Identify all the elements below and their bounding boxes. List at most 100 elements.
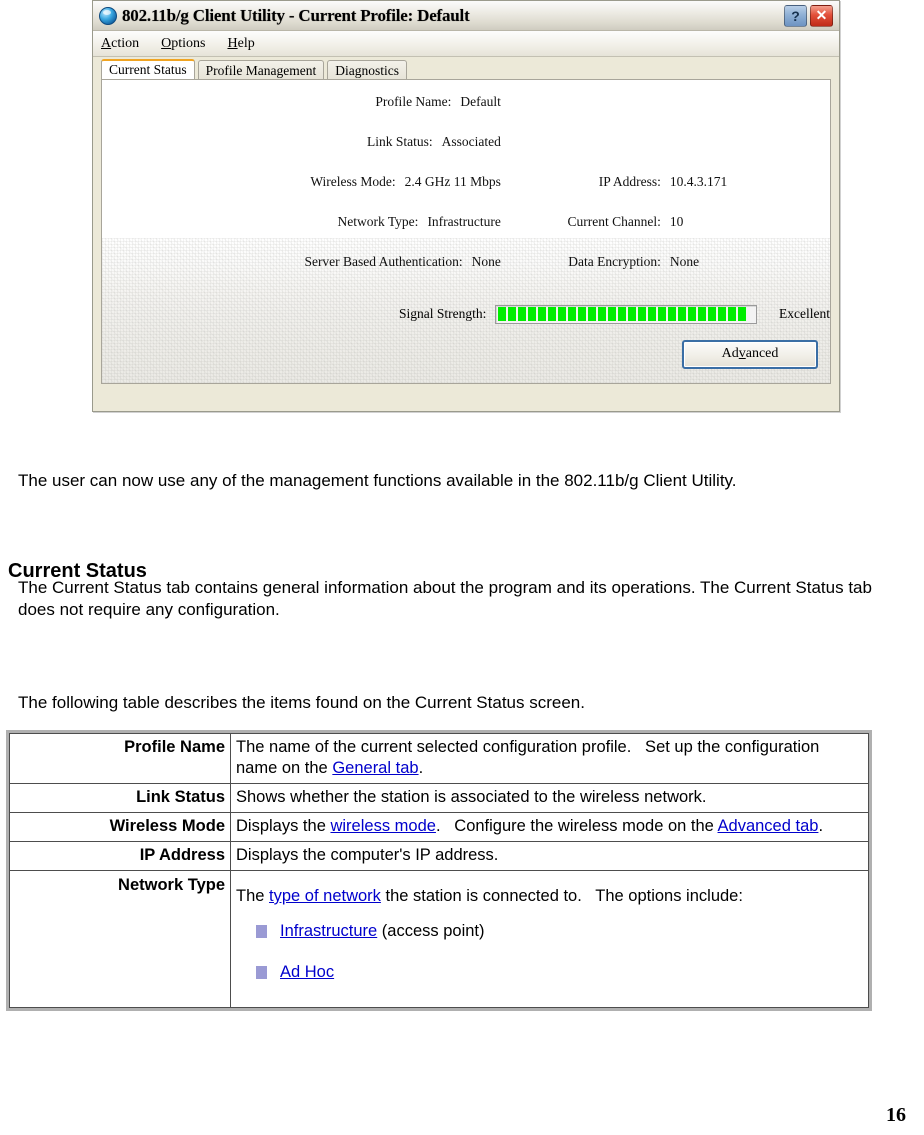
signal-bar xyxy=(688,307,697,321)
signal-bar xyxy=(718,307,727,321)
profile-name-label: Profile Name: xyxy=(375,94,452,109)
advanced-button-label-after: anced xyxy=(745,346,779,361)
signal-bar xyxy=(498,307,507,321)
advanced-button-row: Advanced xyxy=(682,340,818,369)
menu-item-action[interactable]: Action xyxy=(101,36,139,52)
signal-bar xyxy=(598,307,607,321)
titlebar-buttons: ? ✕ xyxy=(784,4,835,27)
signal-bar xyxy=(658,307,667,321)
profile-name-value: Default xyxy=(460,94,501,109)
link-status-label: Link Status: xyxy=(367,134,433,149)
tab-diagnostics[interactable]: Diagnostics xyxy=(327,60,407,80)
current-channel-value: 10 xyxy=(669,214,684,229)
desc-text: Displays the xyxy=(236,817,331,835)
list-item: Infrastructure (access point) xyxy=(256,921,863,942)
status-row-wireless-mode: Wireless Mode: 2.4 GHz 11 Mbps IP Addres… xyxy=(102,174,830,214)
signal-bar xyxy=(538,307,547,321)
window-title: 802.11b/g Client Utility - Current Profi… xyxy=(122,5,470,25)
table-row: IP Address Displays the computer's IP ad… xyxy=(9,841,869,871)
intro-paragraph: The user can now use any of the manageme… xyxy=(18,471,737,490)
option-suffix-infrastructure: (access point) xyxy=(377,922,485,940)
wireless-mode-value: 2.4 GHz 11 Mbps xyxy=(404,174,501,189)
data-encryption-label: Data Encryption: xyxy=(568,254,661,269)
signal-bar xyxy=(548,307,557,321)
row-label-link-status: Link Status xyxy=(9,783,231,813)
network-type-options: Infrastructure (access point) Ad Hoc xyxy=(236,921,863,983)
help-button[interactable]: ? xyxy=(784,4,807,27)
row-label-profile-name: Profile Name xyxy=(9,733,231,784)
row-description-network-type: The type of network the station is conne… xyxy=(230,870,869,1008)
advanced-button[interactable]: Advanced xyxy=(682,340,818,369)
menu-item-action-rest: ction xyxy=(111,35,140,51)
signal-bar xyxy=(738,307,747,321)
row-label-ip-address: IP Address xyxy=(9,841,231,871)
tab-profile-management[interactable]: Profile Management xyxy=(197,60,325,80)
status-row-profile-name: Profile Name: Default xyxy=(102,94,830,134)
desc-text-after: . xyxy=(418,759,424,777)
tab-strip: Current Status Profile Management Diagno… xyxy=(93,57,839,80)
link-infrastructure[interactable]: Infrastructure xyxy=(280,922,377,940)
desc-text-after: the station is connected to. The options… xyxy=(380,887,743,905)
signal-bar xyxy=(568,307,577,321)
signal-bar xyxy=(628,307,637,321)
desc-text-after: . xyxy=(818,817,824,835)
signal-bar xyxy=(528,307,537,321)
menu-item-help-rest: elp xyxy=(237,35,255,51)
signal-strength-meter xyxy=(495,304,758,324)
list-item: Ad Hoc xyxy=(256,962,863,983)
signal-bar xyxy=(518,307,527,321)
row-label-wireless-mode: Wireless Mode xyxy=(9,812,231,842)
table-row: Link Status Shows whether the station is… xyxy=(9,783,869,813)
signal-bar xyxy=(608,307,617,321)
signal-strength-label: Signal Strength: xyxy=(399,306,487,321)
table-intro-paragraph: The following table describes the items … xyxy=(18,693,585,712)
signal-bar xyxy=(648,307,657,321)
status-fields: Profile Name: Default Link Status: Assoc… xyxy=(102,80,830,334)
network-type-label: Network Type: xyxy=(337,214,419,229)
menu-item-options[interactable]: Options xyxy=(161,36,205,52)
link-wireless-mode[interactable]: wireless mode xyxy=(330,817,435,835)
client-utility-window: 802.11b/g Client Utility - Current Profi… xyxy=(92,0,840,412)
ip-address-value: 10.4.3.171 xyxy=(669,174,728,189)
table-row: Profile Name The name of the current sel… xyxy=(9,733,869,784)
link-type-of-network[interactable]: type of network xyxy=(269,887,381,905)
window-titlebar: 802.11b/g Client Utility - Current Profi… xyxy=(93,1,839,31)
row-description-link-status: Shows whether the station is associated … xyxy=(230,783,869,813)
ip-address-label: IP Address: xyxy=(598,174,661,189)
desc-text: The name of the current selected configu… xyxy=(236,738,820,777)
menu-item-help[interactable]: Help xyxy=(227,36,254,52)
link-ad-hoc[interactable]: Ad Hoc xyxy=(280,963,334,981)
current-status-items-table: Profile Name The name of the current sel… xyxy=(6,730,872,1011)
server-based-authentication-label: Server Based Authentication: xyxy=(304,254,463,269)
signal-bar xyxy=(558,307,567,321)
menu-bar: Action Options Help xyxy=(93,31,839,57)
close-button[interactable]: ✕ xyxy=(810,4,833,27)
row-description-ip-address: Displays the computer's IP address. xyxy=(230,841,869,871)
current-channel-label: Current Channel: xyxy=(567,214,661,229)
wireless-mode-label: Wireless Mode: xyxy=(310,174,396,189)
status-row-server-based-auth: Server Based Authentication: None Data E… xyxy=(102,254,830,294)
desc-text-mid: . Configure the wireless mode on the xyxy=(435,817,718,835)
signal-bar xyxy=(678,307,687,321)
signal-bar xyxy=(618,307,627,321)
row-description-profile-name: The name of the current selected configu… xyxy=(230,733,869,784)
tab-current-status[interactable]: Current Status xyxy=(101,59,195,79)
signal-bar xyxy=(698,307,707,321)
data-encryption-value: None xyxy=(669,254,700,269)
globe-icon xyxy=(99,6,117,25)
signal-strength-quality: Excellent xyxy=(779,306,830,321)
status-row-network-type: Network Type: Infrastructure Current Cha… xyxy=(102,214,830,254)
link-general-tab[interactable]: General tab xyxy=(332,759,418,777)
signal-bar xyxy=(728,307,737,321)
table-row: Wireless Mode Displays the wireless mode… xyxy=(9,812,869,842)
signal-bar xyxy=(588,307,597,321)
row-description-wireless-mode: Displays the wireless mode. Configure th… xyxy=(230,812,869,842)
signal-bar xyxy=(638,307,647,321)
advanced-button-accesskey: v xyxy=(738,346,746,361)
signal-bar xyxy=(508,307,517,321)
link-advanced-tab[interactable]: Advanced tab xyxy=(718,817,819,835)
row-label-network-type: Network Type xyxy=(9,870,231,1008)
signal-bar xyxy=(708,307,717,321)
network-type-intro: The type of network the station is conne… xyxy=(236,874,863,907)
link-status-value: Associated xyxy=(441,134,501,149)
